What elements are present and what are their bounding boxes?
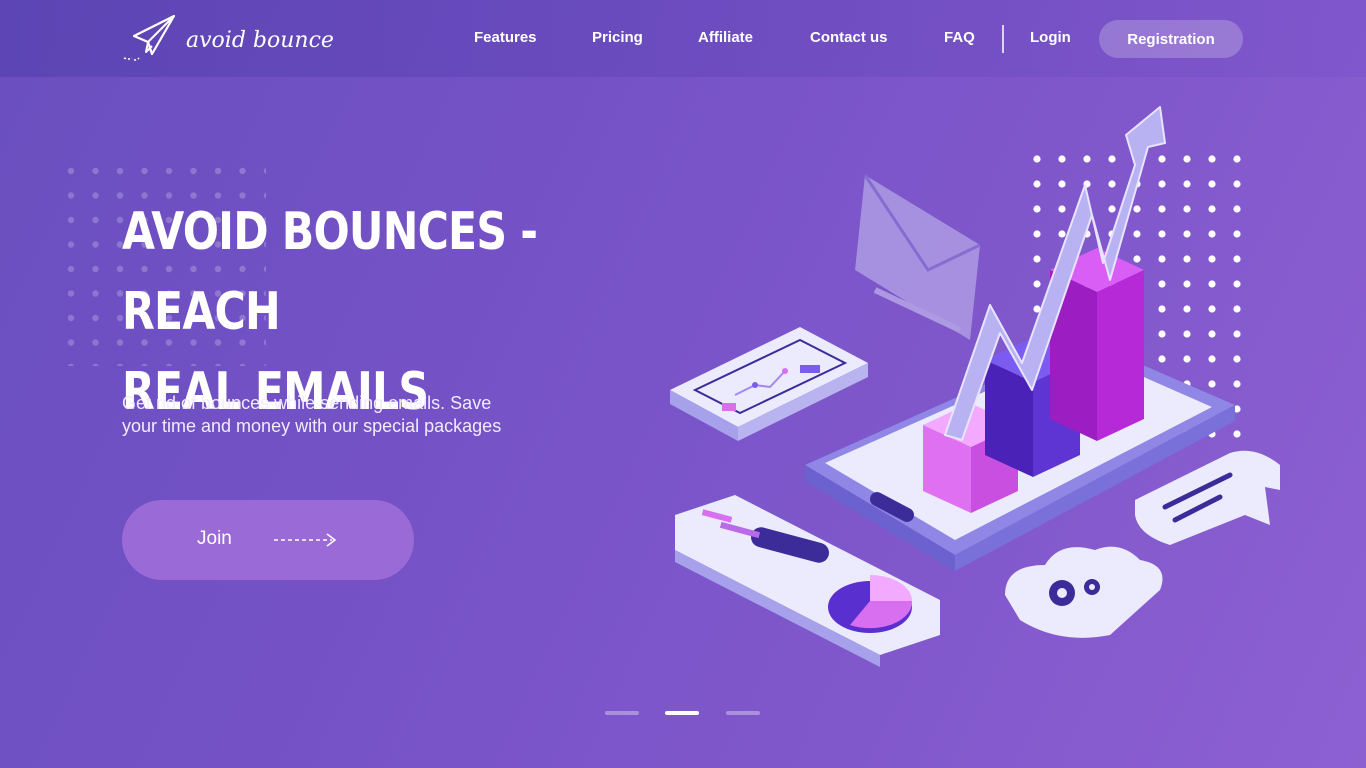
join-button[interactable]: Join (122, 500, 414, 580)
analytics-card (670, 327, 868, 441)
hero-illustration (670, 106, 1280, 667)
nav-faq[interactable]: FAQ (944, 29, 975, 46)
cloud-settings (1005, 546, 1163, 638)
join-button-label: Join (197, 528, 232, 549)
nav-affiliate[interactable]: Affiliate (698, 29, 753, 46)
paper-plane-icon (123, 14, 176, 61)
slider-indicator-3[interactable] (726, 711, 760, 715)
speech-bubble-icon (1135, 450, 1280, 545)
top-navigation-bar: avoid bounce Features Pricing Affiliate … (0, 0, 1366, 77)
slider-indicator-2[interactable] (665, 711, 699, 715)
hero-subtitle: Get rid of bounces while sending emails.… (122, 392, 602, 438)
nav-pricing[interactable]: Pricing (592, 29, 643, 46)
brand-logo[interactable]: avoid bounce (122, 14, 334, 62)
nav-divider (1002, 25, 1004, 53)
dashed-arrow-right-icon (274, 533, 337, 547)
hero-subtitle-line1: Get rid of bounces while sending emails.… (122, 393, 492, 413)
nav-features[interactable]: Features (474, 29, 537, 46)
hero-subtitle-line2: your time and money with our special pac… (122, 416, 502, 436)
nav-contact-us[interactable]: Contact us (810, 29, 888, 46)
hero-title-line1: AVOID BOUNCES - REACH (122, 202, 538, 342)
slider-indicator-1[interactable] (605, 711, 639, 715)
envelope-icon (855, 174, 981, 340)
brand-name: avoid bounce (186, 28, 334, 53)
registration-button[interactable]: Registration (1099, 20, 1243, 58)
nav-login[interactable]: Login (1030, 29, 1071, 46)
